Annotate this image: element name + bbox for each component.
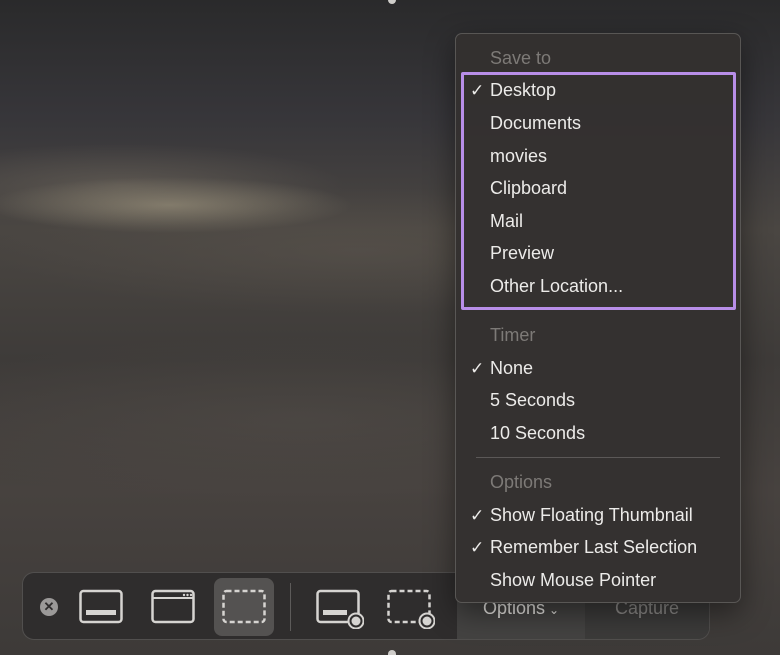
save-to-highlight-box [461, 72, 736, 310]
record-selected-portion-button[interactable] [379, 578, 439, 636]
record-selection-icon [387, 589, 435, 629]
chevron-down-icon: ⌄ [548, 603, 560, 617]
timer-header: Timer [490, 325, 536, 345]
checkmark-icon: ✓ [470, 359, 485, 378]
menu-item-label: 5 Seconds [490, 390, 576, 410]
record-entire-screen-button[interactable] [308, 578, 368, 636]
menu-item-label: Show Floating Thumbnail [490, 505, 693, 525]
save-to-header: Save to [490, 48, 552, 68]
capture-selected-window-button[interactable] [143, 578, 203, 636]
top-handle [388, 0, 396, 4]
menu-divider [476, 457, 720, 458]
menu-item-timer-10-seconds[interactable]: 10 Seconds [460, 417, 736, 450]
toolbar-divider [290, 583, 291, 631]
options-header: Options [490, 472, 553, 492]
menu-item-label: 10 Seconds [490, 423, 586, 443]
record-screen-icon [316, 589, 364, 629]
capture-entire-screen-button[interactable] [71, 578, 131, 636]
menu-item-show-floating-thumbnail[interactable]: ✓ Show Floating Thumbnail [460, 499, 736, 532]
capture-selected-portion-button[interactable] [214, 578, 274, 636]
menu-item-label: Remember Last Selection [490, 537, 698, 557]
menu-item-timer-5-seconds[interactable]: 5 Seconds [460, 384, 736, 417]
checkmark-icon: ✓ [470, 506, 485, 525]
close-icon[interactable]: ✕ [40, 598, 58, 616]
menu-item-label: Show Mouse Pointer [490, 570, 657, 590]
screen-icon [79, 589, 123, 624]
options-menu: Save to ✓ Desktop Documents movies Clipb… [455, 33, 741, 603]
menu-item-label: None [490, 358, 534, 378]
window-icon [151, 589, 195, 624]
menu-item-remember-last-selection[interactable]: ✓ Remember Last Selection [460, 531, 736, 564]
bottom-handle [388, 650, 396, 655]
menu-item-timer-none[interactable]: ✓ None [460, 352, 736, 385]
menu-item-show-mouse-pointer[interactable]: Show Mouse Pointer [460, 564, 736, 597]
selection-icon [222, 589, 266, 624]
checkmark-icon: ✓ [470, 538, 485, 557]
